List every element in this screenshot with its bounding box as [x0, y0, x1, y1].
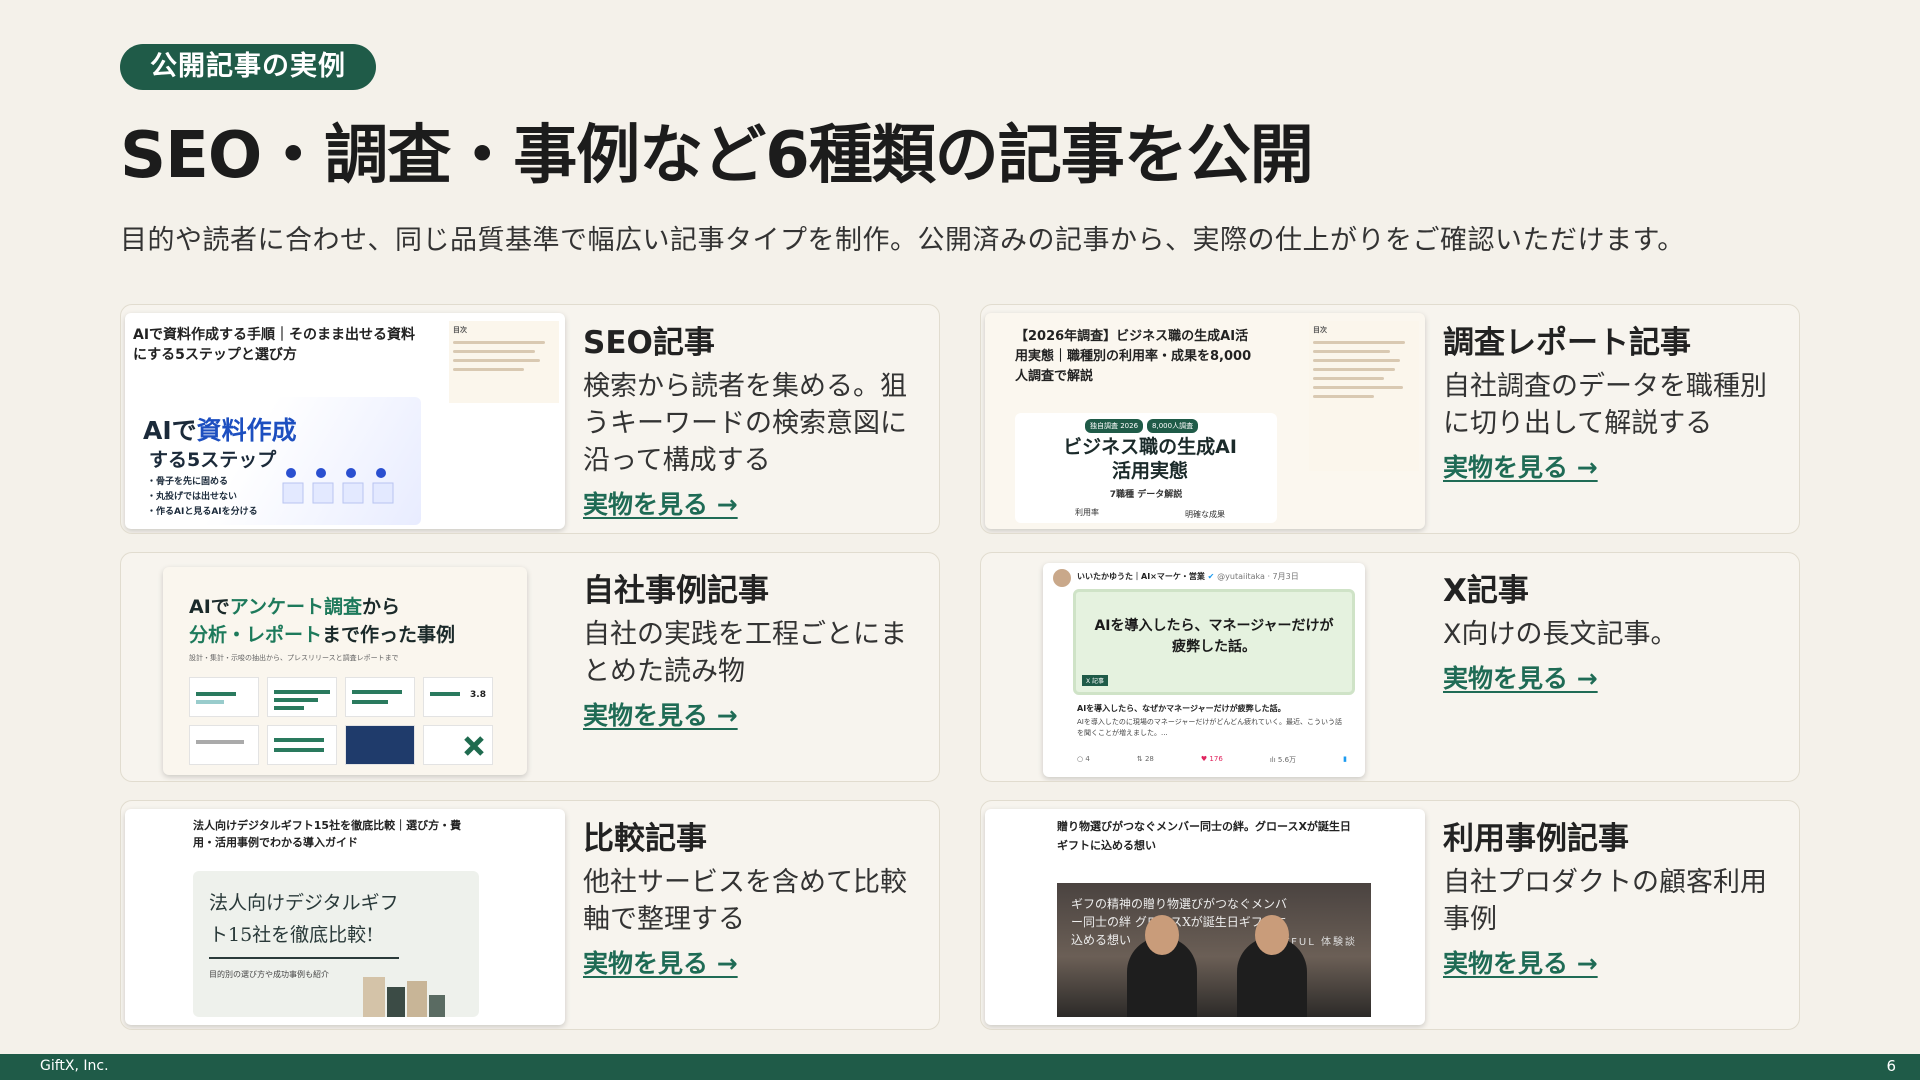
post-card-title: AIを導入したら、マネージャーだけが疲弊した話。: [1094, 618, 1334, 655]
x-article-thumbnail[interactable]: いいたかゆうた｜AI×マーケ・営業 ✔ @yutaiitaka · 7月3日 A…: [1043, 563, 1365, 777]
view-article-link[interactable]: 実物を見る →: [1443, 448, 1598, 484]
hero-foot-a: 利用率: [1075, 508, 1099, 517]
card-description: 自社プロダクトの顧客利用事例: [1443, 867, 1767, 935]
post-body-title: AIを導入したら、なぜかマネージャーだけが疲弊した話。: [1077, 704, 1286, 713]
article-card-seo: AIで資料作成する手順｜そのまま出せる資料にする5ステップと選び方 目次 AIで…: [120, 304, 940, 534]
card-title: 比較記事: [583, 821, 707, 857]
page-title: SEO・調査・事例など6種類の記事を公開: [120, 119, 1314, 193]
thumb-hero: 法人向けデジタルギフト15社を徹底比較! 目的別の選び方や成功事例も紹介: [193, 871, 479, 1017]
post-tag: X 記事: [1082, 675, 1109, 686]
card-body: X記事 X向けの長文記事。 実物を見る →: [1443, 565, 1785, 695]
card-body: SEO記事 検索から読者を集める。狙うキーワードの検索意図に沿って構成する 実物…: [583, 317, 925, 521]
view-article-link[interactable]: 実物を見る →: [583, 696, 738, 732]
card-description: 他社サービスを含めて比較軸で整理する: [583, 867, 907, 935]
steps-diagram-icon: [282, 468, 394, 504]
company-name: GiftX, Inc.: [40, 1058, 109, 1074]
thumb-heading: 贈り物選びがつなぐメンバー同士の絆。グロースXが誕生日ギフトに込める想い: [1057, 820, 1351, 852]
card-body: 利用事例記事 自社プロダクトの顧客利用事例 実物を見る →: [1443, 813, 1785, 980]
like-count[interactable]: ♥ 176: [1201, 755, 1223, 765]
reply-count[interactable]: ○ 4: [1077, 755, 1090, 765]
hero-bullet: ・作るAIと見るAIを分ける: [147, 507, 258, 517]
footer-bar: GiftX, Inc. 6: [0, 1054, 1920, 1080]
thumb-hero: 独自調査 2026 8,000人調査 ビジネス職の生成AI活用実態 7職種 デー…: [1015, 413, 1277, 523]
hero-line1-a: AIで: [189, 596, 230, 618]
card-title: SEO記事: [583, 325, 715, 361]
company-case-thumbnail[interactable]: AIでアンケート調査から 分析・レポートまで作った事例 設計・集計・示唆の抽出か…: [163, 567, 527, 775]
thumb-tag: 独自調査 2026: [1085, 419, 1144, 433]
view-article-link[interactable]: 実物を見る →: [1443, 659, 1598, 695]
research-article-thumbnail[interactable]: 【2026年調査】ビジネス職の生成AI活用実態｜職種別の利用率・成果を8,000…: [985, 313, 1425, 529]
view-article-link[interactable]: 実物を見る →: [1443, 944, 1598, 980]
thumb-toc: 目次: [449, 321, 559, 403]
thumb-heading: 【2026年調査】ビジネス職の生成AI活用実態｜職種別の利用率・成果を8,000…: [1015, 329, 1252, 384]
thumb-heading: AIで資料作成する手順｜そのまま出せる資料にする5ステップと選び方: [133, 327, 416, 363]
article-card-company-case: AIでアンケート調査から 分析・レポートまで作った事例 設計・集計・示唆の抽出か…: [120, 552, 940, 782]
card-title: 利用事例記事: [1443, 821, 1629, 857]
hero-bullet: ・骨子を先に固める: [147, 477, 229, 487]
card-title: 調査レポート記事: [1443, 325, 1691, 361]
hero-text: 法人向けデジタルギフト15社を徹底比較!: [209, 892, 399, 946]
card-body: 自社事例記事 自社の実践を工程ごとにまとめた読み物 実物を見る →: [583, 565, 925, 732]
post-body: AIを導入したのに現場のマネージャーだけがどんどん疲れていく。最近、こういう話を…: [1077, 718, 1342, 737]
page-subtitle: 目的や読者に合わせ、同じ品質基準で幅広い記事タイプを制作。公開済みの記事から、実…: [120, 225, 1685, 256]
hero-text: ビジネス職の生成AI活用実態: [1063, 436, 1237, 482]
card-description: 自社の実践を工程ごとにまとめた読み物: [583, 619, 907, 687]
card-description: X向けの長文記事。: [1443, 619, 1678, 650]
view-article-link[interactable]: 実物を見る →: [583, 944, 738, 980]
thumb-toc: 目次: [1309, 321, 1419, 471]
bookmark-icon[interactable]: ▮: [1343, 755, 1347, 765]
repost-count[interactable]: ⇅ 28: [1137, 755, 1154, 765]
card-body: 比較記事 他社サービスを含めて比較軸で整理する 実物を見る →: [583, 813, 925, 980]
avatar: [1053, 569, 1071, 587]
hero-subtext: 目的別の選び方や成功事例も紹介: [209, 970, 329, 979]
post-author: いいたかゆうた｜AI×マーケ・営業: [1077, 572, 1205, 581]
card-title: 自社事例記事: [583, 573, 769, 609]
hero-text-a: AIで: [143, 416, 197, 445]
thumb-hero: AIで資料作成 する5ステップ ・骨子を先に固める ・丸投げでは出せない ・作る…: [131, 397, 421, 525]
view-count[interactable]: ılı 5.6万: [1270, 755, 1296, 765]
hero-line1-b: から: [362, 596, 401, 618]
x-logo-icon: [464, 736, 484, 756]
verified-icon: ✔: [1207, 572, 1215, 581]
card-description: 自社調査のデータを職種別に切り出して解説する: [1443, 371, 1767, 439]
post-stats: ○ 4 ⇅ 28 ♥ 176 ılı 5.6万 ▮: [1077, 755, 1347, 765]
hero-foot-b: 明確な成果: [1185, 510, 1225, 519]
article-card-customer-case: 贈り物選びがつなぐメンバー同士の絆。グロースXが誕生日ギフトに込める想い ギフの…: [980, 800, 1800, 1030]
hero-line2-b: まで作った事例: [322, 624, 456, 646]
section-badge: 公開記事の実例: [120, 44, 376, 90]
thumb-heading: 法人向けデジタルギフト15社を徹底比較｜選び方・費用・活用事例でわかる導入ガイド: [193, 819, 462, 849]
hero-line2-highlight: 分析・レポート: [189, 624, 323, 646]
seo-article-thumbnail[interactable]: AIで資料作成する手順｜そのまま出せる資料にする5ステップと選び方 目次 AIで…: [125, 313, 565, 529]
customer-case-thumbnail[interactable]: 贈り物選びがつなぐメンバー同士の絆。グロースXが誕生日ギフトに込める想い ギフの…: [985, 809, 1425, 1025]
page-number: 6: [1886, 1057, 1896, 1075]
hero-bullet: ・丸投げでは出せない: [147, 492, 238, 502]
interview-photo: ギフの精神の贈り物選びがつなぐメンバー同士の絆 グロースXが誕生日ギフトに込める…: [1057, 883, 1371, 1017]
gift-boxes-icon: [363, 977, 445, 1017]
article-card-x-post: いいたかゆうた｜AI×マーケ・営業 ✔ @yutaiitaka · 7月3日 A…: [980, 552, 1800, 782]
thumb-tag: 8,000人調査: [1147, 419, 1199, 433]
slide-previews: 3.8: [189, 669, 493, 765]
card-description: 検索から読者を集める。狙うキーワードの検索意図に沿って構成する: [583, 371, 907, 476]
hero-line1-highlight: アンケート調査: [229, 596, 363, 618]
toc-label: 目次: [1313, 326, 1327, 334]
post-handle: @yutaiitaka · 7月3日: [1217, 572, 1299, 581]
view-article-link[interactable]: 実物を見る →: [583, 485, 738, 521]
article-card-comparison: 法人向けデジタルギフト15社を徹底比較｜選び方・費用・活用事例でわかる導入ガイド…: [120, 800, 940, 1030]
hero-subtext: 7職種 データ解説: [1109, 490, 1183, 500]
post-card-image: AIを導入したら、マネージャーだけが疲弊した話。 X 記事: [1073, 589, 1355, 695]
hero-text-b: する5ステップ: [149, 449, 277, 471]
card-title: X記事: [1443, 573, 1529, 609]
comparison-article-thumbnail[interactable]: 法人向けデジタルギフト15社を徹底比較｜選び方・費用・活用事例でわかる導入ガイド…: [125, 809, 565, 1025]
toc-label: 目次: [453, 326, 467, 334]
article-card-research-report: 【2026年調査】ビジネス職の生成AI活用実態｜職種別の利用率・成果を8,000…: [980, 304, 1800, 534]
hero-caption: 設計・集計・示唆の抽出から、プレスリリースと調査レポートまで: [189, 654, 399, 662]
card-body: 調査レポート記事 自社調査のデータを職種別に切り出して解説する 実物を見る →: [1443, 317, 1785, 484]
hero-text-highlight: 資料作成: [196, 416, 297, 445]
article-grid: AIで資料作成する手順｜そのまま出せる資料にする5ステップと選び方 目次 AIで…: [120, 304, 1800, 1030]
